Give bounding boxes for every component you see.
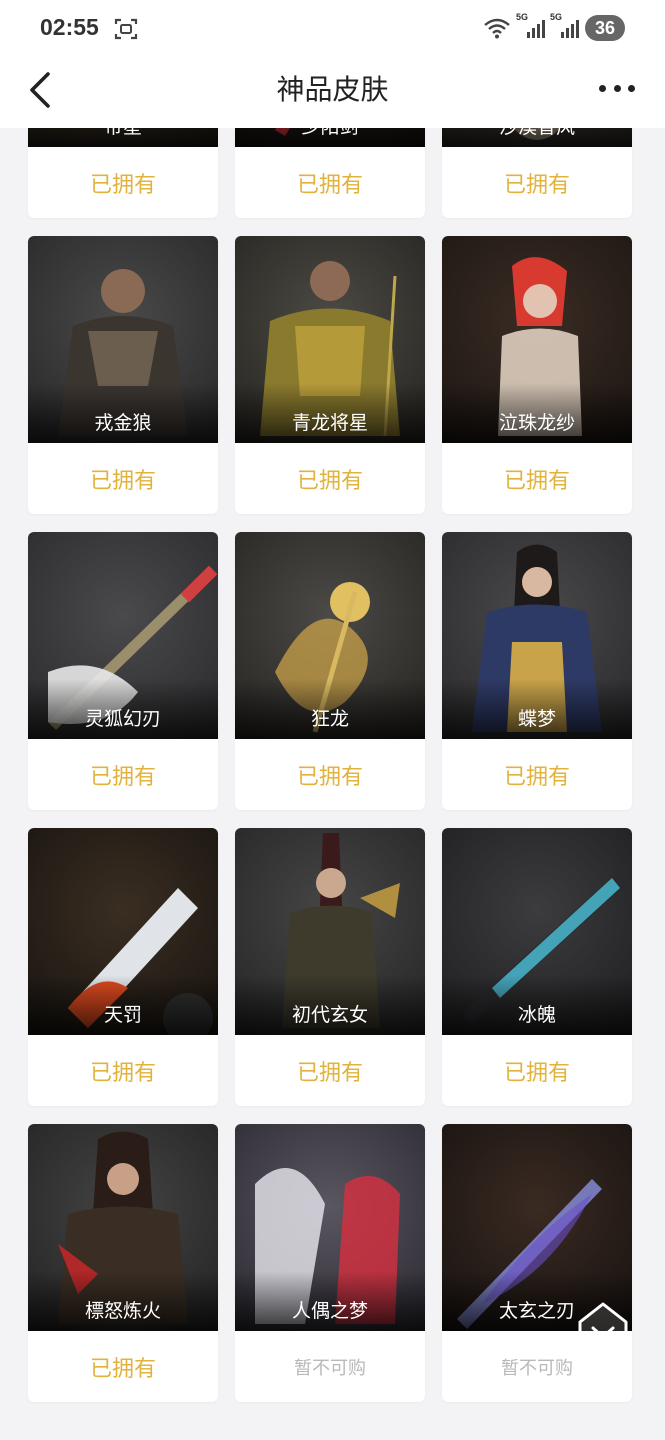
skin-status: 暂不可购	[294, 1357, 366, 1379]
skin-status: 已拥有	[89, 764, 156, 790]
skin-card[interactable]: 初代玄女 已拥有	[235, 828, 425, 1106]
nav-bar: 神品皮肤	[0, 58, 665, 128]
skin-name: 青龙将星	[291, 412, 368, 434]
battery-indicator: 36	[585, 15, 625, 41]
skin-image: 初代玄女	[235, 828, 425, 1035]
skin-status: 已拥有	[503, 172, 570, 198]
skin-name: 狂龙	[310, 708, 349, 730]
skin-status: 已拥有	[296, 172, 363, 198]
skin-name: 戎金狼	[94, 412, 152, 434]
skin-image: 標怒炼火	[28, 1124, 218, 1331]
skin-status: 已拥有	[503, 764, 570, 790]
signal-icon-1: 5G	[516, 12, 545, 38]
skin-card[interactable]: 青龙将星 已拥有	[235, 236, 425, 514]
skin-name: 灵狐幻刃	[84, 708, 161, 730]
page-title: 神品皮肤	[276, 73, 389, 106]
signal-icon-2: 5G	[550, 12, 579, 38]
skin-image: 戎金狼	[28, 236, 218, 443]
skin-status: 已拥有	[296, 1060, 363, 1086]
skin-card[interactable]: 天罚 已拥有	[28, 828, 218, 1106]
skin-status: 已拥有	[296, 468, 363, 494]
skin-image: 冰魄	[442, 828, 632, 1035]
skin-status: 已拥有	[296, 764, 363, 790]
skin-image: 灵狐幻刃	[28, 532, 218, 739]
more-icon[interactable]	[599, 82, 635, 94]
skin-card[interactable]: 太玄之刃 暂不可购	[442, 1124, 632, 1402]
skin-card[interactable]: 灵狐幻刃 已拥有	[28, 532, 218, 810]
skin-name: 天罚	[103, 1004, 142, 1026]
home-icon[interactable]	[576, 1300, 630, 1354]
skin-name: 泣珠龙纱	[498, 412, 575, 434]
skin-card[interactable]: 泣珠龙纱 已拥有	[442, 236, 632, 514]
skin-name: 標怒炼火	[84, 1300, 161, 1322]
skin-card[interactable]: 狂龙 已拥有	[235, 532, 425, 810]
skin-image: 天罚	[28, 828, 218, 1035]
skin-status: 已拥有	[89, 1356, 156, 1382]
skin-grid: 帝星 已拥有 少阳剑 已拥有 沙漠香风 已拥有 戎金狼 已拥有 青龙将星	[28, 0, 634, 1402]
skin-name: 冰魄	[517, 1004, 556, 1026]
skin-status: 已拥有	[89, 468, 156, 494]
skin-status: 已拥有	[89, 1060, 156, 1086]
wifi-icon	[484, 18, 510, 39]
skin-image: 人偶之梦	[235, 1124, 425, 1331]
skin-name: 初代玄女	[291, 1004, 368, 1026]
skin-card[interactable]: 標怒炼火 已拥有	[28, 1124, 218, 1402]
status-indicators: 5G 5G 36	[483, 12, 625, 42]
skin-card[interactable]: 戎金狼 已拥有	[28, 236, 218, 514]
skin-image: 青龙将星	[235, 236, 425, 443]
skin-image: 泣珠龙纱	[442, 236, 632, 443]
skin-status: 已拥有	[503, 468, 570, 494]
skin-name: 人偶之梦	[291, 1300, 368, 1322]
skin-image: 蝶梦	[442, 532, 632, 739]
skin-status: 已拥有	[503, 1060, 570, 1086]
skin-name: 蝶梦	[517, 708, 556, 730]
skin-image: 狂龙	[235, 532, 425, 739]
skin-status: 已拥有	[89, 172, 156, 198]
status-bar: 02:55 5G 5G 36	[0, 0, 665, 58]
skin-card[interactable]: 冰魄 已拥有	[442, 828, 632, 1106]
screenshot-icon	[114, 18, 138, 40]
skin-card[interactable]: 人偶之梦 暂不可购	[235, 1124, 425, 1402]
skin-card[interactable]: 蝶梦 已拥有	[442, 532, 632, 810]
status-time: 02:55	[40, 14, 99, 40]
